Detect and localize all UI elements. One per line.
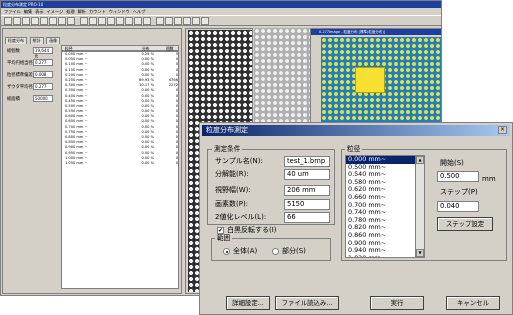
selection-region[interactable] <box>355 67 385 93</box>
toolbar-button-6[interactable] <box>58 17 66 25</box>
analysis-image-window: 0.277Image - 粒度分布 [標準(粒度分布)] <box>310 28 442 133</box>
stat-label-sauter-mean: ザウタ平均径 <box>7 85 33 90</box>
toolbar-button-19[interactable] <box>183 17 191 25</box>
toolbar-button-18[interactable] <box>174 17 182 25</box>
list-row[interactable]: 1.050 mm ~ 0.00 % 0 <box>62 161 178 166</box>
start-label: 開始(S) <box>440 159 464 167</box>
menu-item-3[interactable]: イメージ <box>47 9 64 14</box>
range-group-label: 範囲 <box>215 234 233 242</box>
tab-image[interactable]: 画像 <box>46 37 61 44</box>
run-button[interactable]: 実行 <box>370 296 424 310</box>
size-range-scrollbar[interactable]: ▲ ▼ <box>415 156 424 257</box>
menu-bar: ファイル 編集 表示 イメージ 処理 解析 カウント ウィンドウ ヘルプ <box>1 8 441 15</box>
toolbar-button-9[interactable] <box>89 17 97 25</box>
pixel-count-label: 画素数(P): <box>215 200 249 208</box>
toolbar-button-8[interactable] <box>80 17 88 25</box>
toolbar-button-5[interactable] <box>49 17 57 25</box>
stat-label-std-dev: 粒径標準偏差 <box>7 73 33 78</box>
distribution-list[interactable]: 0.000 mm ~0.25 % 5 0.050 mm ~0.00 % 0 0.100 … <box>61 51 179 289</box>
panel-tabs: 粒度分布 統計 画像 <box>5 37 61 44</box>
menu-item-7[interactable]: ウィンドウ <box>109 9 130 14</box>
list-cell-size: 1.050 mm ~ <box>65 160 88 165</box>
stat-label-mean-diameter: 平均円相当径 <box>7 61 33 66</box>
load-file-button[interactable]: ファイル読込み... <box>275 296 339 310</box>
toolbar-button-1[interactable] <box>13 17 21 25</box>
menu-item-2[interactable]: 表示 <box>35 9 43 14</box>
start-unit-label: mm <box>482 175 496 183</box>
tab-statistics[interactable]: 統計 <box>29 37 44 44</box>
menu-item-5[interactable]: 解析 <box>78 9 86 14</box>
sample-name-field[interactable]: test_1.bmp <box>284 156 330 167</box>
size-range-list[interactable]: 0.000 mm~ 0.500 mm~ 0.540 mm~ 0.580 mm~ 0.62… <box>345 155 425 258</box>
toolbar-button-21[interactable] <box>201 17 209 25</box>
range-all-radio[interactable] <box>223 248 230 255</box>
toolbar <box>1 15 441 26</box>
resolution-label: 分解能(R): <box>215 170 249 178</box>
binarize-level-field[interactable]: 66 <box>284 212 330 223</box>
pixel-count-field[interactable]: 5150 <box>284 199 330 210</box>
sample-name-label: サンプル名(N): <box>215 157 263 165</box>
range-all-label: 全体(A) <box>233 247 258 255</box>
stat-value-sauter-mean: 0.277 <box>33 83 53 90</box>
toolbar-button-17[interactable] <box>165 17 173 25</box>
step-field[interactable]: 0.040 <box>437 201 479 212</box>
dialog-close-button[interactable]: × <box>498 126 507 134</box>
size-range-item[interactable]: 1.020 mm~ <box>346 254 424 257</box>
range-part-label: 部分(S) <box>282 247 306 255</box>
stat-value-std-dev: 0.008 <box>33 71 53 78</box>
step-label: ステップ(P) <box>440 188 478 196</box>
invert-checkbox[interactable]: ✔ <box>217 227 224 234</box>
menu-item-0[interactable]: ファイル <box>4 9 21 14</box>
scroll-up-arrow-icon[interactable]: ▲ <box>416 156 424 164</box>
toolbar-button-4[interactable] <box>40 17 48 25</box>
stat-value-mean-diameter: 0.277 <box>33 59 53 66</box>
toolbar-button-3[interactable] <box>31 17 39 25</box>
menu-item-8[interactable]: ヘルプ <box>133 9 146 14</box>
toolbar-button-2[interactable] <box>22 17 30 25</box>
toolbar-button-16[interactable] <box>156 17 164 25</box>
detail-settings-button[interactable]: 詳細設定... <box>226 296 270 310</box>
toolbar-button-12[interactable] <box>116 17 124 25</box>
stat-label-count: 総個数 <box>7 49 20 54</box>
tab-distribution[interactable]: 粒度分布 <box>5 37 27 44</box>
step-settings-button[interactable]: ステップ設定 <box>437 217 493 231</box>
toolbar-button-11[interactable] <box>107 17 115 25</box>
list-cell-distribution: 0.00 % <box>141 160 154 165</box>
start-field[interactable]: 0.500 <box>437 171 479 182</box>
toolbar-button-14[interactable] <box>134 17 142 25</box>
conditions-group-label: 測定条件 <box>212 145 243 153</box>
list-cell-count: 0 <box>175 160 178 165</box>
dialog-title: 粒度分布測定 <box>202 125 510 136</box>
stat-value-total-area: 50000 <box>33 95 53 102</box>
binarize-level-label: 2値化レベル(L): <box>215 213 267 221</box>
stat-value-count: 19,644 ft <box>33 47 53 59</box>
window-titlebar: 粒度分布測定 PRO-10 <box>1 1 441 8</box>
menu-item-4[interactable]: 処理 <box>66 9 74 14</box>
toolbar-button-10[interactable] <box>98 17 106 25</box>
scroll-down-arrow-icon[interactable]: ▼ <box>416 249 424 257</box>
cancel-button[interactable]: キャンセル <box>446 296 500 310</box>
fov-width-label: 視野幅(W): <box>215 186 251 194</box>
size-group-label: 粒径 <box>345 145 363 153</box>
toolbar-button-20[interactable] <box>192 17 200 25</box>
toolbar-button-15[interactable] <box>143 17 151 25</box>
resolution-field[interactable]: 40 um <box>284 169 330 180</box>
fov-width-field[interactable]: 206 mm <box>284 185 330 196</box>
toolbar-button-13[interactable] <box>125 17 133 25</box>
analysis-window-titlebar: 0.277Image - 粒度分布 [標準(粒度分布)] <box>311 29 441 35</box>
toolbar-button-0[interactable] <box>4 17 12 25</box>
menu-item-1[interactable]: 編集 <box>24 9 32 14</box>
stat-label-total-area: 総面積 <box>7 97 20 102</box>
invert-label: 白黒反転する(I) <box>227 226 277 234</box>
toolbar-button-7[interactable] <box>67 17 75 25</box>
menu-item-6[interactable]: カウント <box>89 9 106 14</box>
range-part-radio[interactable] <box>272 248 279 255</box>
statistics-panel: 粒度分布 統計 画像 総個数 19,644 ft 平均円相当径 0.277 粒径… <box>2 28 182 294</box>
